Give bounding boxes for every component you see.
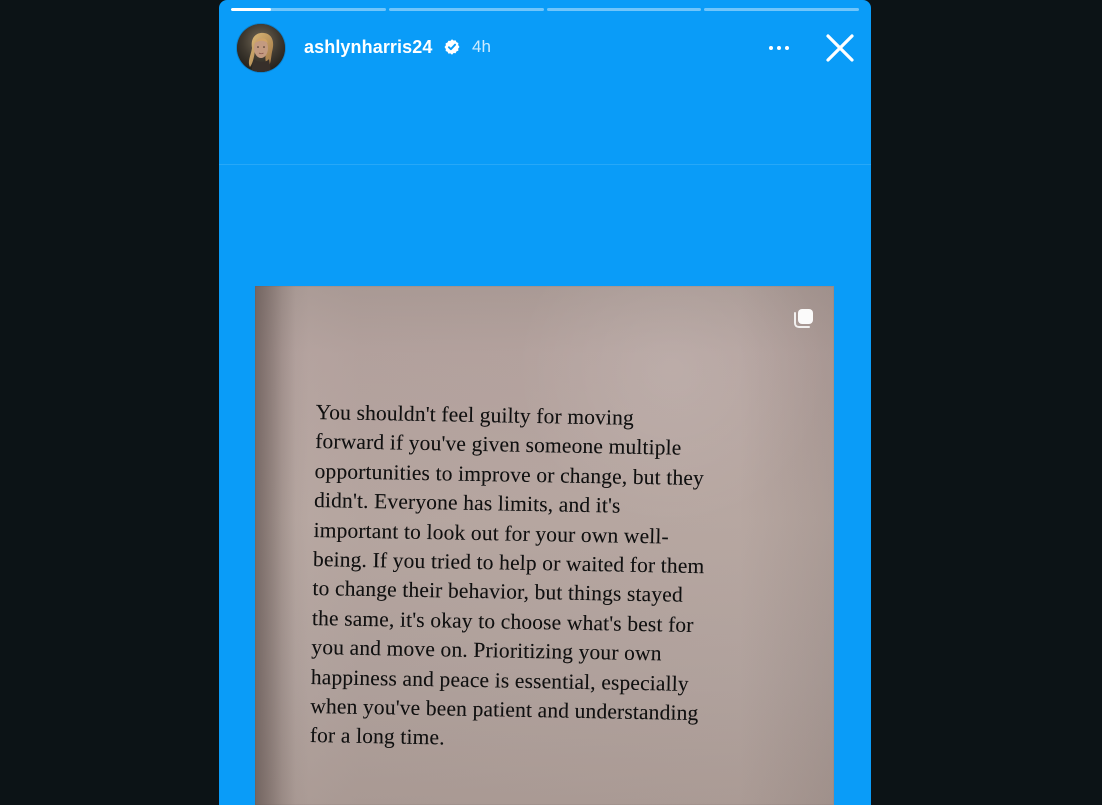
screen: ashlynharris24 4h You shouldn't feel gui…: [0, 0, 1102, 805]
copy-icon[interactable]: [791, 305, 817, 331]
story-divider: [219, 164, 871, 165]
more-dot-icon: [769, 46, 773, 50]
story-header: ashlynharris24 4h: [219, 0, 871, 96]
quote-text: You shouldn't feel guilty for moving for…: [310, 398, 776, 759]
verified-badge-icon: [443, 38, 461, 56]
more-dot-icon: [777, 46, 781, 50]
post-time: 4h: [472, 37, 491, 56]
photo-left-shadow: [255, 286, 309, 805]
more-dot-icon: [785, 46, 789, 50]
more-options-icon[interactable]: [764, 36, 794, 60]
story-viewer[interactable]: ashlynharris24 4h You shouldn't feel gui…: [219, 0, 871, 805]
username[interactable]: ashlynharris24: [304, 37, 432, 58]
quote-photo: You shouldn't feel guilty for moving for…: [255, 286, 834, 805]
close-icon[interactable]: [822, 30, 858, 66]
avatar[interactable]: [237, 24, 285, 72]
